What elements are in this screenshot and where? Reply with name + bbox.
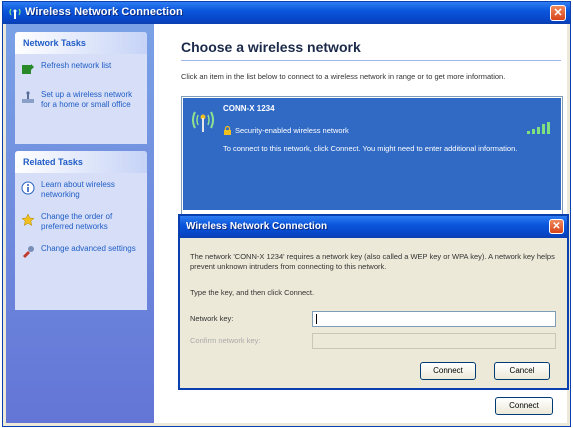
sidebar-item-setup-network[interactable]: Set up a wireless network for a home or … <box>15 87 147 113</box>
dialog-connect-button[interactable]: Connect <box>420 362 476 380</box>
dialog-title: Wireless Network Connection <box>186 221 328 232</box>
dialog-type-prompt: Type the key, and then click Connect. <box>190 288 315 297</box>
window-title: Wireless Network Connection <box>25 6 183 18</box>
dialog-message: The network 'CONN-X 1234' requires a net… <box>190 252 555 271</box>
dialog-title-bar[interactable]: Wireless Network Connection ✕ <box>180 216 567 238</box>
network-item-selected[interactable]: CONN-X 1234 Security-enabled wireless ne… <box>183 98 561 210</box>
network-tasks-panel: Network Tasks Refresh network list Set u… <box>15 32 147 144</box>
wireless-network-window: Wireless Network Connection ✕ Network Ta… <box>2 1 571 427</box>
wireless-antenna-icon <box>192 111 214 132</box>
sidebar-item-learn-wireless[interactable]: Learn about wireless networking <box>15 177 147 203</box>
dialog-close-button[interactable]: ✕ <box>549 219 564 234</box>
text-caret <box>316 314 317 324</box>
related-tasks-panel: Related Tasks Learn about wireless netwo… <box>15 151 147 310</box>
task-sidebar: Network Tasks Refresh network list Set u… <box>6 24 154 423</box>
instructions-text: Click an item in the list below to conne… <box>181 72 506 81</box>
refresh-icon <box>22 64 34 74</box>
setup-network-icon <box>22 91 34 103</box>
connect-button[interactable]: Connect <box>495 397 553 415</box>
wireless-icon <box>9 8 21 19</box>
close-button[interactable]: ✕ <box>550 5 566 21</box>
network-list[interactable]: CONN-X 1234 Security-enabled wireless ne… <box>181 96 563 221</box>
sidebar-item-label: Change the order of preferred networks <box>41 212 113 231</box>
sidebar-item-refresh[interactable]: Refresh network list <box>15 58 147 79</box>
sidebar-item-label: Change advanced settings <box>41 244 136 253</box>
sidebar-item-label: Refresh network list <box>41 61 112 70</box>
signal-strength-icon <box>527 122 550 134</box>
network-description: To connect to this network, click Connec… <box>223 144 518 153</box>
lock-icon <box>224 126 231 135</box>
title-bar[interactable]: Wireless Network Connection ✕ <box>3 2 570 24</box>
network-key-label: Network key: <box>190 314 234 323</box>
network-tasks-header: Network Tasks <box>15 32 147 54</box>
star-icon <box>21 213 35 227</box>
related-tasks-header: Related Tasks <box>15 151 147 173</box>
info-icon <box>21 181 35 195</box>
network-security-status: Security-enabled wireless network <box>235 126 349 135</box>
settings-icon <box>23 246 34 258</box>
network-key-dialog: Wireless Network Connection ✕ The networ… <box>178 214 569 390</box>
sidebar-item-preferred-order[interactable]: Change the order of preferred networks <box>15 209 147 235</box>
network-key-input[interactable] <box>312 311 556 327</box>
title-divider <box>181 60 561 61</box>
dialog-cancel-button[interactable]: Cancel <box>494 362 550 380</box>
sidebar-item-label: Learn about wireless networking <box>41 180 115 199</box>
network-name: CONN-X 1234 <box>223 104 275 113</box>
sidebar-item-label: Set up a wireless network for a home or … <box>41 90 133 109</box>
confirm-key-label: Confirm network key: <box>190 336 261 345</box>
sidebar-item-advanced-settings[interactable]: Change advanced settings <box>15 241 147 262</box>
confirm-key-input <box>312 333 556 349</box>
page-title: Choose a wireless network <box>181 39 361 55</box>
